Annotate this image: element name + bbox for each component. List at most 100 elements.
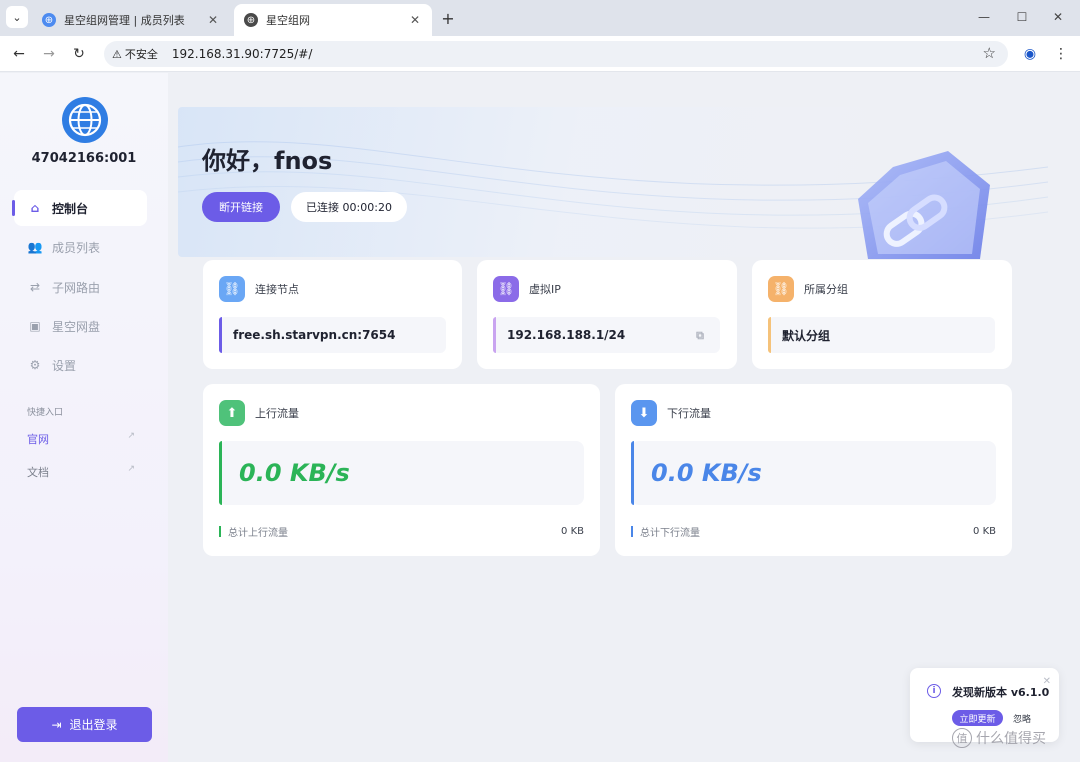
quick-link-docs[interactable]: 文档 ↗: [27, 464, 135, 480]
tab-title: 星空组网管理 | 成员列表: [64, 14, 185, 27]
virtual-ip-card: ⛓ 虚拟IP 192.168.188.1/24 ⧉: [477, 260, 737, 369]
arrow-up-icon: ⬆: [219, 400, 245, 426]
sidebar-item-subnet-route[interactable]: ⇄ 子网路由: [14, 269, 147, 305]
minimize-icon[interactable]: —: [972, 6, 996, 28]
upload-total-value: 0 KB: [561, 526, 584, 537]
upload-total-row: 总计上行流量 0 KB: [219, 524, 584, 539]
home-icon: ⌂: [30, 201, 40, 215]
browser-tab-bar: ⌄ ⊕ 星空组网管理 | 成员列表 ✕ ⊕ 星空组网 ✕ + — ☐ ✕: [0, 0, 1080, 36]
card-title: 虚拟IP: [529, 283, 561, 296]
forward-icon[interactable]: →: [38, 43, 60, 65]
quick-link-label: 文档: [27, 466, 49, 479]
download-total-row: 总计下行流量 0 KB: [631, 524, 996, 539]
sidebar-item-label: 子网路由: [52, 280, 101, 295]
info-icon: i: [927, 684, 941, 698]
link-icon: ⛓: [219, 276, 245, 302]
upload-speed: 0.0 KB/s: [219, 441, 584, 505]
virtual-ip-text: 192.168.188.1/24: [507, 328, 626, 342]
shield-link-illustration-icon: [848, 149, 998, 269]
copy-icon[interactable]: ⧉: [696, 329, 704, 343]
connection-status-badge: 已连接 00:00:20: [291, 192, 407, 222]
node-id: 47042166:001: [31, 151, 137, 166]
download-total-value: 0 KB: [973, 526, 996, 537]
card-header: ⬇ 下行流量: [631, 400, 711, 426]
update-now-button[interactable]: 立即更新: [952, 710, 1003, 726]
browser-toolbar: ← → ↻ ⚠ 不安全 192.168.31.90:7725/#/ ☆ ◉ ⋮: [0, 36, 1080, 72]
link-icon: ⛓: [768, 276, 794, 302]
upload-indicator-bar: [219, 526, 221, 537]
download-indicator-bar: [631, 526, 633, 537]
ignore-button[interactable]: 忽略: [1013, 712, 1031, 725]
gear-icon: ⚙: [29, 358, 41, 372]
upload-traffic-card: ⬆ 上行流量 0.0 KB/s 总计上行流量 0 KB: [203, 384, 600, 556]
group-card: ⛓ 所属分组 默认分组: [752, 260, 1012, 369]
node-address: free.sh.starvpn.cn:7654: [219, 317, 446, 353]
close-icon[interactable]: ✕: [206, 13, 220, 27]
watermark: 值 什么值得买: [952, 728, 1046, 748]
link-icon: ⛓: [493, 276, 519, 302]
window-close-icon[interactable]: ✕: [1046, 6, 1070, 28]
close-icon[interactable]: ✕: [408, 13, 422, 27]
sidebar-item-settings[interactable]: ⚙ 设置: [14, 347, 147, 383]
tab-search-button[interactable]: ⌄: [6, 6, 28, 28]
new-tab-button[interactable]: +: [438, 8, 458, 28]
card-header: ⬆ 上行流量: [219, 400, 299, 426]
main-content: 你好，fnos 断开链接 已连接 00:00:20 ⛓ 连接节点 free.sh…: [168, 73, 1080, 762]
card-title: 上行流量: [255, 407, 299, 420]
disconnect-button[interactable]: 断开链接: [202, 192, 280, 222]
sidebar-item-label: 控制台: [52, 201, 89, 216]
logout-button[interactable]: ⇥ 退出登录: [17, 707, 152, 742]
quick-link-website[interactable]: 官网 ↗: [27, 431, 135, 447]
members-icon: 👥: [27, 240, 43, 254]
sidebar-item-members[interactable]: 👥 成员列表: [14, 229, 147, 265]
card-title: 所属分组: [804, 283, 848, 296]
url-text: 192.168.31.90:7725/#/: [171, 47, 313, 61]
tab-starvpn[interactable]: ⊕ 星空组网 ✕: [234, 4, 432, 36]
card-header: ⛓ 所属分组: [768, 276, 848, 302]
card-header: ⛓ 连接节点: [219, 276, 299, 302]
route-icon: ⇄: [29, 280, 41, 294]
security-indicator[interactable]: ⚠ 不安全: [112, 46, 158, 62]
download-total-label: 总计下行流量: [640, 528, 700, 539]
tab-members[interactable]: ⊕ 星空组网管理 | 成员列表 ✕: [32, 4, 230, 36]
group-value: 默认分组: [768, 317, 995, 353]
more-menu-icon[interactable]: ⋮: [1050, 43, 1072, 65]
cloud-disk-icon: ▣: [29, 319, 41, 333]
card-title: 下行流量: [667, 407, 711, 420]
logout-icon: ⇥: [51, 717, 62, 732]
logout-label: 退出登录: [69, 718, 118, 732]
download-traffic-card: ⬇ 下行流量 0.0 KB/s 总计下行流量 0 KB: [615, 384, 1012, 556]
security-label: 不安全: [124, 48, 158, 61]
sidebar-item-label: 成员列表: [52, 240, 101, 255]
chevron-down-icon: ⌄: [12, 10, 22, 24]
external-link-icon: ↗: [127, 431, 135, 441]
maximize-icon[interactable]: ☐: [1010, 6, 1034, 28]
globe-icon: ⊕: [42, 13, 56, 27]
back-icon[interactable]: ←: [8, 43, 30, 65]
watermark-text: 什么值得买: [976, 731, 1046, 747]
profile-icon[interactable]: ◉: [1019, 43, 1041, 65]
external-link-icon: ↗: [127, 464, 135, 474]
watermark-logo: 值: [952, 728, 972, 748]
reload-icon[interactable]: ↻: [68, 43, 90, 65]
quick-links-title: 快捷入口: [27, 408, 64, 418]
bookmark-star-icon[interactable]: ☆: [983, 44, 996, 62]
warning-icon: ⚠: [112, 47, 122, 61]
download-speed: 0.0 KB/s: [631, 441, 996, 505]
sidebar-item-label: 星空网盘: [52, 319, 101, 334]
node-card: ⛓ 连接节点 free.sh.starvpn.cn:7654: [203, 260, 462, 369]
globe-icon: ⊕: [244, 13, 258, 27]
greeting-title: 你好，fnos: [202, 147, 333, 175]
close-icon[interactable]: ✕: [1043, 676, 1051, 687]
tab-title: 星空组网: [266, 14, 310, 27]
address-bar[interactable]: ⚠ 不安全 192.168.31.90:7725/#/ ☆: [104, 41, 1008, 67]
sidebar-item-cloud-disk[interactable]: ▣ 星空网盘: [14, 308, 147, 344]
card-title: 连接节点: [255, 283, 299, 296]
sidebar: 47042166:001 ⌂ 控制台 👥 成员列表 ⇄ 子网路由 ▣ 星空网盘 …: [0, 73, 168, 762]
card-header: ⛓ 虚拟IP: [493, 276, 561, 302]
upload-total-label: 总计上行流量: [228, 528, 288, 539]
globe-logo-icon: [62, 97, 108, 143]
sidebar-item-dashboard[interactable]: ⌂ 控制台: [12, 190, 147, 226]
quick-link-label: 官网: [27, 433, 49, 446]
virtual-ip-value: 192.168.188.1/24 ⧉: [493, 317, 720, 353]
